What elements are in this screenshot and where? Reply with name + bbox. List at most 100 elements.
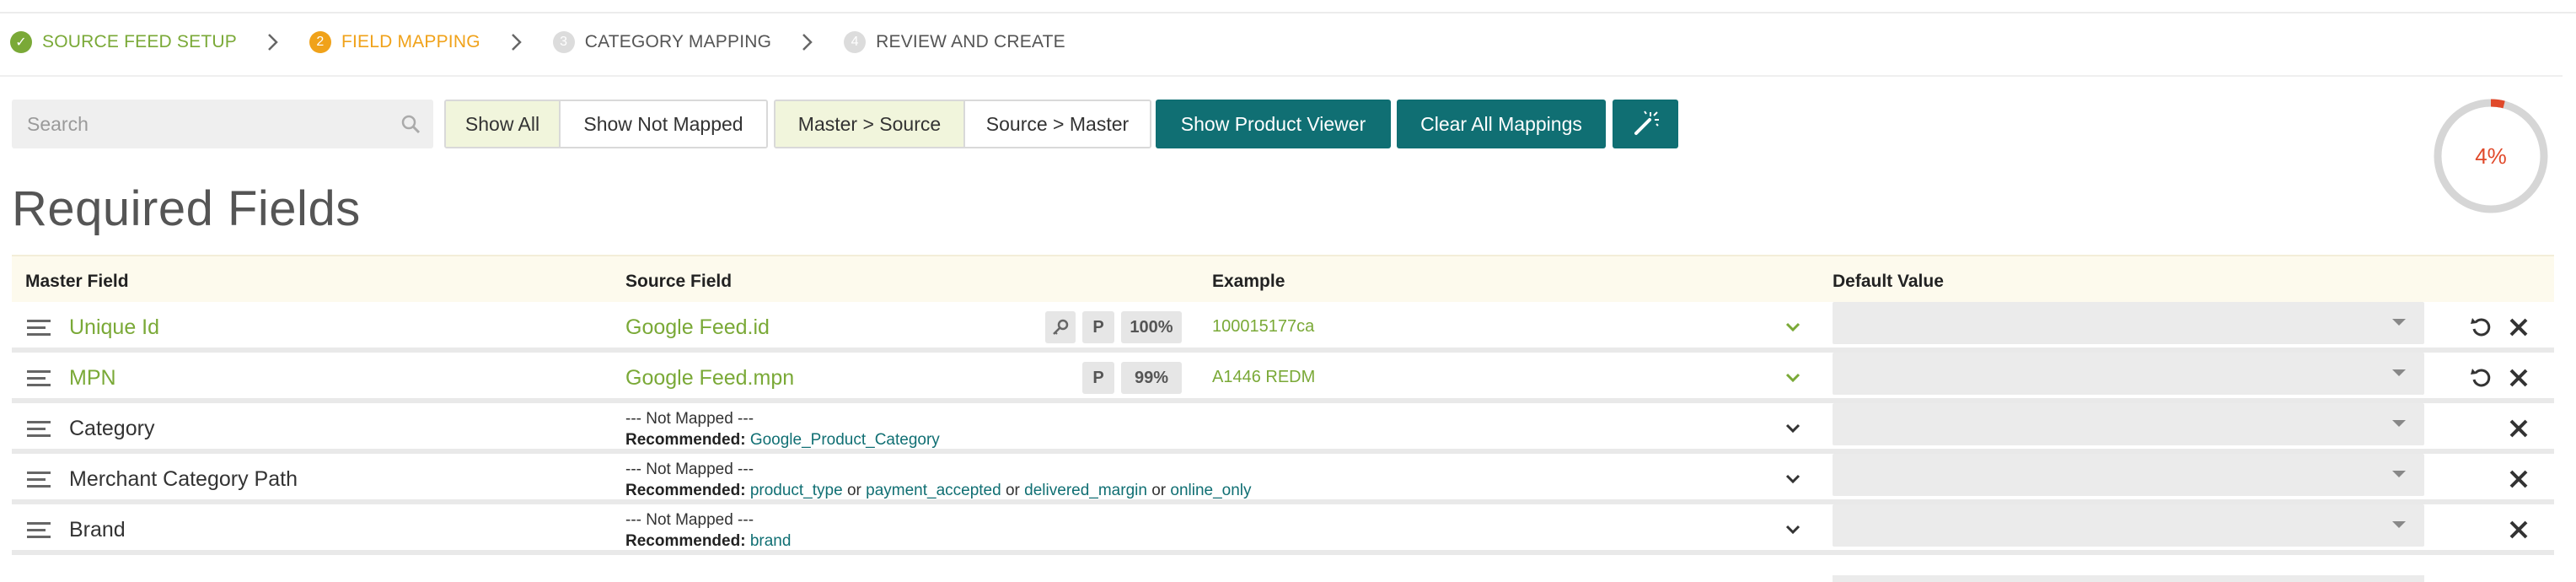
chevron-right-icon <box>254 25 292 59</box>
table-row[interactable]: Category --- Not Mapped --- Recommended:… <box>12 403 2554 454</box>
column-header-source-field: Source Field <box>625 272 733 291</box>
table-row[interactable]: Brand --- Not Mapped --- Recommended: br… <box>12 504 2554 555</box>
direction-toggle-group: Master > Source Source > Master <box>774 100 1151 148</box>
close-icon[interactable] <box>2507 366 2530 390</box>
recommended-link[interactable]: brand <box>750 532 792 550</box>
master-to-source-button[interactable]: Master > Source <box>775 101 965 147</box>
column-header-master-field: Master Field <box>25 272 129 291</box>
recommended-label: Recommended: <box>625 431 746 449</box>
chevron-down-icon[interactable] <box>1784 368 1802 386</box>
table-header: Master Field Source Field Example Defaul… <box>12 255 2554 302</box>
recommended-link[interactable]: delivered_margin <box>1024 482 1147 499</box>
close-icon[interactable] <box>2507 518 2530 542</box>
step-number: 2 <box>309 31 331 53</box>
or-separator: or <box>846 482 861 499</box>
caret-down-icon <box>2392 420 2406 427</box>
caret-down-icon <box>2392 471 2406 477</box>
caret-down-icon <box>2392 319 2406 326</box>
drag-handle-icon[interactable] <box>27 418 51 439</box>
magic-wand-icon <box>1634 110 1659 135</box>
chevron-down-icon[interactable] <box>1784 520 1802 538</box>
close-icon[interactable] <box>2507 467 2530 491</box>
drag-handle-icon[interactable] <box>27 469 51 489</box>
chevron-right-icon <box>497 25 536 59</box>
recommended-label: Recommended: <box>625 532 746 550</box>
chevron-right-icon <box>788 25 827 59</box>
mapping-progress-ring: 4% <box>2433 98 2549 214</box>
drag-handle-icon[interactable] <box>27 368 51 388</box>
show-not-mapped-button[interactable]: Show Not Mapped <box>561 101 766 147</box>
check-icon: ✓ <box>10 31 32 53</box>
master-field-name[interactable]: Unique Id <box>69 315 159 340</box>
column-header-example: Example <box>1212 272 1285 291</box>
source-field-unmapped: --- Not Mapped --- Recommended: Google_P… <box>625 408 940 450</box>
show-all-button[interactable]: Show All <box>446 101 561 147</box>
or-separator: or <box>1005 482 1020 499</box>
default-value-select[interactable] <box>1833 353 2424 395</box>
stepper-divider <box>0 75 2563 77</box>
chevron-down-icon[interactable] <box>1784 317 1802 336</box>
coverage-badge: 100% <box>1121 311 1182 343</box>
chevron-down-icon[interactable] <box>1784 469 1802 488</box>
master-field-name[interactable]: Merchant Category Path <box>69 467 298 492</box>
master-field-name[interactable]: Brand <box>69 518 126 542</box>
show-product-viewer-button[interactable]: Show Product Viewer <box>1156 100 1391 148</box>
caret-down-icon <box>2392 369 2406 376</box>
example-value: 100015177ca <box>1212 317 1315 336</box>
drag-handle-icon[interactable] <box>27 317 51 337</box>
search-box <box>12 100 433 148</box>
table-row[interactable]: MPN Google Feed.mpn P 99% A1446 REDM <box>12 353 2554 403</box>
table-row <box>12 575 2554 582</box>
section-title: Required Fields <box>12 181 361 236</box>
master-field-name[interactable]: Category <box>69 417 154 441</box>
undo-icon[interactable] <box>2470 315 2493 339</box>
field-mapping-table: Master Field Source Field Example Defaul… <box>12 255 2554 555</box>
step-source-feed-setup[interactable]: ✓ SOURCE FEED SETUP <box>10 31 237 53</box>
step-label: FIELD MAPPING <box>341 32 480 51</box>
coverage-badge: 99% <box>1121 362 1182 394</box>
default-value-select[interactable] <box>1833 302 2424 344</box>
column-header-default-value: Default Value <box>1833 272 1944 291</box>
wizard-stepper: ✓ SOURCE FEED SETUP 2 FIELD MAPPING 3 CA… <box>10 25 1065 59</box>
default-value-select[interactable] <box>1833 575 2424 582</box>
recommended-label: Recommended: <box>625 482 746 499</box>
source-field-name[interactable]: Google Feed.id <box>625 315 770 340</box>
step-field-mapping[interactable]: 2 FIELD MAPPING <box>309 31 480 53</box>
step-number: 3 <box>552 31 575 53</box>
close-icon[interactable] <box>2507 417 2530 440</box>
chevron-down-icon[interactable] <box>1784 418 1802 437</box>
key-icon <box>1045 311 1076 343</box>
primary-badge: P <box>1082 311 1114 343</box>
source-to-master-button[interactable]: Source > Master <box>965 101 1150 147</box>
auto-map-button[interactable] <box>1613 100 1678 148</box>
table-row[interactable]: Unique Id Google Feed.id P 100% 10001517… <box>12 302 2554 353</box>
recommended-link[interactable]: product_type <box>750 482 843 499</box>
caret-down-icon <box>2392 521 2406 528</box>
step-review-and-create[interactable]: 4 REVIEW AND CREATE <box>844 31 1065 53</box>
primary-badge: P <box>1082 362 1114 394</box>
top-divider <box>0 12 2576 13</box>
recommended-link[interactable]: payment_accepted <box>866 482 1001 499</box>
default-value-select[interactable] <box>1833 403 2424 445</box>
step-label: REVIEW AND CREATE <box>876 32 1065 51</box>
source-field-unmapped: --- Not Mapped --- Recommended: product_… <box>625 459 1252 501</box>
master-field-name[interactable]: MPN <box>69 366 116 391</box>
clear-all-mappings-button[interactable]: Clear All Mappings <box>1397 100 1606 148</box>
step-number: 4 <box>844 31 867 53</box>
close-icon[interactable] <box>2507 315 2530 339</box>
default-value-select[interactable] <box>1833 454 2424 496</box>
not-mapped-label: --- Not Mapped --- <box>625 461 754 478</box>
source-field-name[interactable]: Google Feed.mpn <box>625 366 794 391</box>
recommended-link[interactable]: Google_Product_Category <box>750 431 940 449</box>
not-mapped-label: --- Not Mapped --- <box>625 410 754 428</box>
default-value-select[interactable] <box>1833 504 2424 547</box>
source-field-unmapped: --- Not Mapped --- Recommended: brand <box>625 509 791 552</box>
search-icon[interactable] <box>400 113 421 135</box>
step-category-mapping[interactable]: 3 CATEGORY MAPPING <box>552 31 771 53</box>
table-row[interactable]: Merchant Category Path --- Not Mapped --… <box>12 454 2554 504</box>
drag-handle-icon[interactable] <box>27 520 51 540</box>
search-input[interactable] <box>12 100 433 148</box>
filter-toggle-group: Show All Show Not Mapped <box>444 100 768 148</box>
undo-icon[interactable] <box>2470 366 2493 390</box>
recommended-link[interactable]: online_only <box>1170 482 1251 499</box>
